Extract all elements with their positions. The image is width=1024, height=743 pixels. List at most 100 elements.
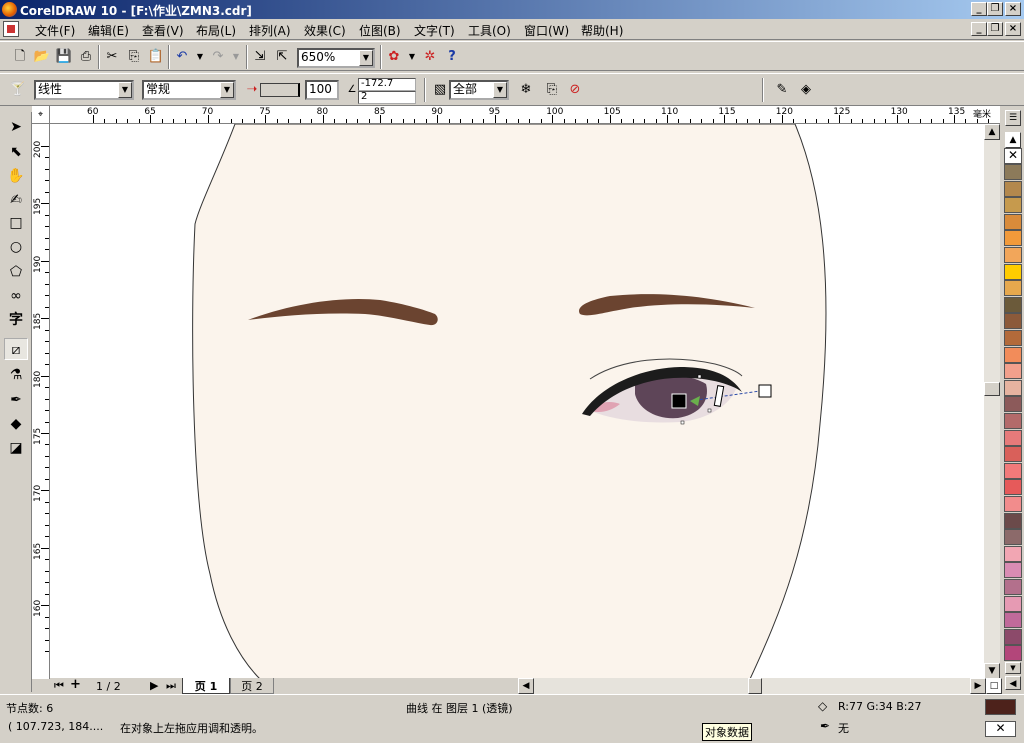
selection-node[interactable] [707,408,712,413]
transparency-end-handle[interactable] [758,384,772,398]
freehand-tool-icon[interactable]: ✍ [4,189,28,211]
redo-dropdown-icon[interactable]: ▼ [226,47,246,67]
palette-swatch[interactable] [1004,595,1022,612]
chevron-down-icon[interactable]: ▼ [359,50,373,66]
paintbucket-icon[interactable]: ◈ [796,80,816,100]
palette-swatch[interactable] [1004,429,1022,446]
vertical-ruler[interactable]: 200 195 190 185 180 175 170 165 160 [32,124,50,679]
palette-swatch[interactable] [1004,363,1022,380]
menu-layout[interactable]: 布局(L) [196,22,236,39]
palette-swatch[interactable] [1004,479,1022,496]
vertical-scrollbar[interactable]: ▲ ▼ [984,124,1000,679]
menu-view[interactable]: 查看(V) [142,22,184,39]
chevron-down-icon[interactable]: ▼ [118,82,132,98]
chevron-down-icon[interactable]: ▼ [220,82,234,98]
fill-tool-icon[interactable]: ◆ [4,413,28,435]
scroll-up-icon[interactable]: ▲ [984,124,1000,140]
transparency-target-combo[interactable]: 全部 ▼ [449,80,509,100]
zoom-level-combo[interactable]: 650% ▼ [297,48,375,68]
coreldraw-app-icon[interactable] [2,2,17,17]
palette-swatch[interactable] [1004,230,1022,247]
horizontal-scrollbar[interactable] [534,678,972,694]
last-page-icon[interactable]: ⏭ [166,679,176,693]
clear-transparency-icon[interactable]: ⊘ [565,80,585,100]
menu-edit[interactable]: 编辑(E) [88,22,129,39]
freeze-icon[interactable]: ❄ [516,80,536,100]
eyedropper-icon[interactable]: ✎ [772,80,792,100]
view-navigator-icon[interactable]: □ [986,678,1002,694]
ruler-origin[interactable]: ⌖ [32,106,50,124]
corel-online-icon[interactable]: ✲ [420,47,440,67]
selection-node[interactable] [680,420,685,425]
doc-minimize-button[interactable]: _ [971,22,987,36]
undo-icon[interactable]: ↶ [172,47,192,67]
launcher-dropdown-icon[interactable]: ▼ [402,47,422,67]
interactive-fill-tool-icon[interactable]: ◪ [4,437,28,459]
palette-swatch[interactable] [1004,263,1022,280]
face-shape[interactable] [192,124,827,679]
palette-swatch[interactable] [1004,296,1022,313]
shape-tool-icon[interactable]: ⬉ [4,141,28,163]
close-button[interactable]: × [1005,2,1021,16]
palette-swatch[interactable] [1004,612,1022,629]
minimize-button[interactable]: _ [971,2,987,16]
hand-tool-icon[interactable]: ✋ [4,165,28,187]
palette-swatch[interactable] [1004,180,1022,197]
palette-swatch[interactable] [1004,645,1022,662]
import-icon[interactable]: ⇲ [250,47,270,67]
transparency-type-combo[interactable]: 线性 ▼ [34,80,134,100]
eyedropper-tool-icon[interactable]: ⚗ [4,364,28,386]
palette-swatch[interactable] [1004,413,1022,429]
palette-swatch[interactable] [1004,512,1022,529]
midpoint-slider[interactable] [260,83,300,97]
palette-scroll-down-icon[interactable]: ▼ [1005,662,1021,674]
palette-expand-icon[interactable]: ◀ [1005,676,1021,690]
palette-swatch[interactable] [1004,396,1022,413]
spiral-tool-icon[interactable]: ∞ [4,285,28,307]
palette-swatch[interactable] [1004,197,1022,214]
chevron-down-icon[interactable]: ▼ [493,82,507,98]
midpoint-input[interactable]: 100 [305,80,339,100]
scroll-right-icon[interactable]: ▶ [970,678,986,694]
menu-tools[interactable]: 工具(O) [468,22,511,39]
menu-help[interactable]: 帮助(H) [581,22,623,39]
selection-node[interactable] [697,374,702,379]
copy-transparency-icon[interactable]: ⎘ [542,80,562,100]
paste-icon[interactable]: 📋 [146,47,166,67]
menu-file[interactable]: 文件(F) [35,22,75,39]
palette-swatch[interactable] [1004,247,1022,263]
edge-pad-input[interactable]: 2 [358,91,416,104]
rectangle-tool-icon[interactable]: □ [4,212,28,234]
polygon-tool-icon[interactable]: ⬠ [4,261,28,283]
save-icon[interactable]: 💾 [54,47,74,67]
transparency-start-handle[interactable] [671,393,687,409]
page-tab-2[interactable]: 页 2 [230,678,274,694]
palette-swatch[interactable] [1004,280,1022,297]
menu-window[interactable]: 窗口(W) [524,22,569,39]
restore-button[interactable]: ❐ [987,2,1003,16]
palette-swatch[interactable] [1004,346,1022,363]
palette-swatch[interactable] [1004,628,1022,645]
add-page-icon[interactable]: + [70,677,81,692]
redo-icon[interactable]: ↷ [208,47,228,67]
angle-input[interactable]: -172.7 [358,78,416,91]
doc-restore-button[interactable]: ❐ [987,22,1003,36]
palette-swatch[interactable] [1004,164,1022,180]
palette-swatch[interactable] [1004,330,1022,346]
print-icon[interactable]: ⎙ [76,47,96,67]
scroll-left-icon[interactable]: ◀ [518,678,534,694]
interactive-transparency-tool-icon[interactable]: ⧄ [4,338,28,360]
undo-dropdown-icon[interactable]: ▼ [190,47,210,67]
page-tab-1[interactable]: 页 1 [182,678,230,694]
transparency-tool-icon[interactable]: 🍸 [8,80,28,100]
application-launcher-icon[interactable]: ✿ [384,47,404,67]
first-page-icon[interactable]: ⏮ [54,679,64,693]
copy-icon[interactable]: ⎘ [124,47,144,67]
new-file-icon[interactable]: 🗋 [10,47,30,67]
merge-mode-combo[interactable]: 常规 ▼ [142,80,236,100]
horizontal-scroll-thumb[interactable] [748,678,762,694]
menu-bitmaps[interactable]: 位图(B) [359,22,401,39]
palette-swatch[interactable] [1004,562,1022,579]
document-icon[interactable] [3,21,19,37]
palette-menu-icon[interactable]: ☰ [1005,110,1021,126]
